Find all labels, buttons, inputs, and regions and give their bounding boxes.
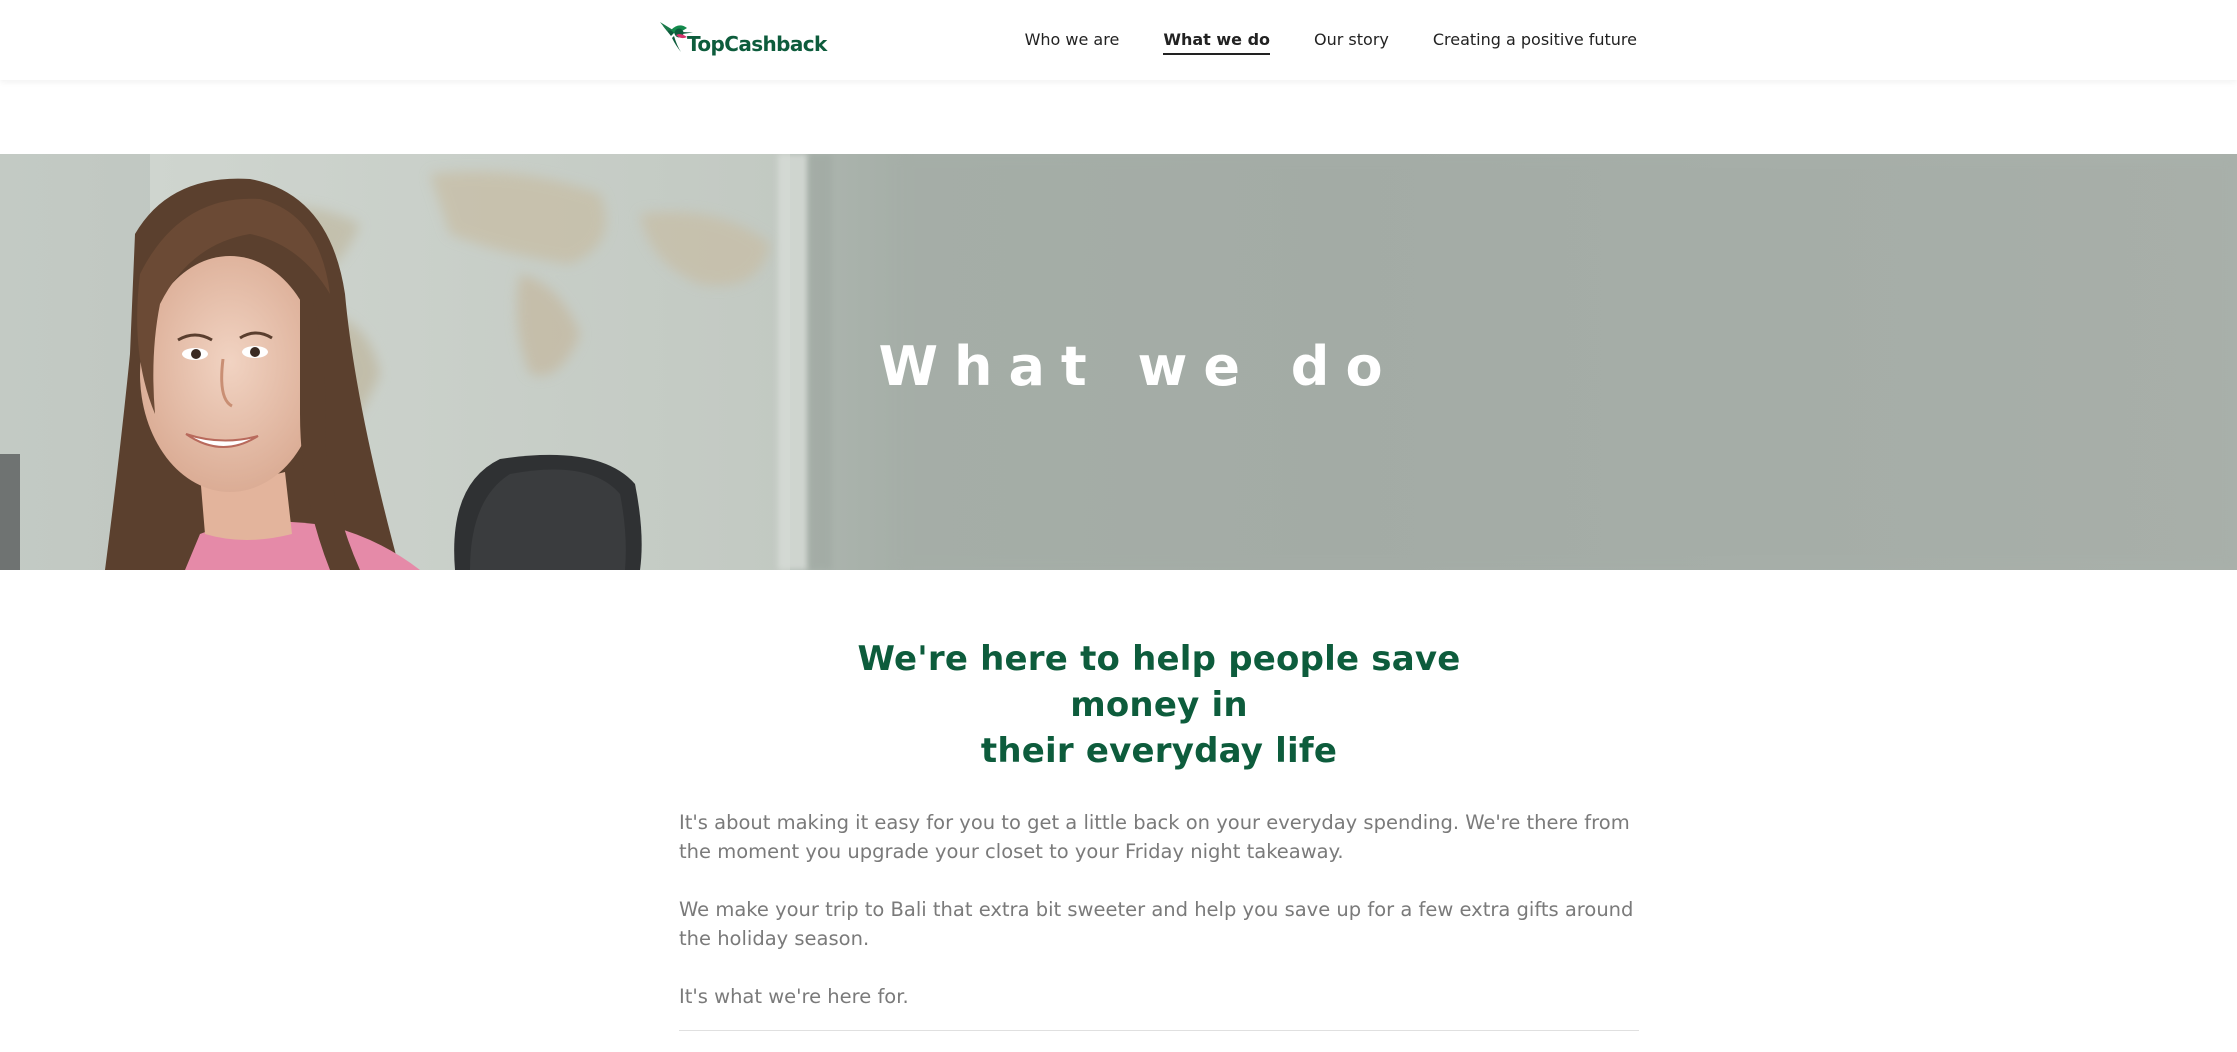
hero-title-wrapper: What we do bbox=[0, 154, 2237, 570]
paragraph-3: It's what we're here for. bbox=[679, 985, 909, 1008]
section-divider bbox=[679, 1030, 1639, 1031]
topcashback-logo[interactable]: TopCashback bbox=[657, 16, 827, 60]
page: TopCashback Who we are What we do Our st… bbox=[0, 0, 2237, 1052]
main-content: We're here to help people save money in … bbox=[679, 636, 1639, 1011]
headline-line-2: their everyday life bbox=[980, 731, 1338, 771]
main-nav: Who we are What we do Our story Creating… bbox=[1025, 0, 1637, 80]
section-headline: We're here to help people save money in … bbox=[799, 636, 1519, 774]
hero-title: What we do bbox=[878, 334, 1399, 398]
nav-who-we-are[interactable]: Who we are bbox=[1025, 30, 1120, 55]
nav-our-story[interactable]: Our story bbox=[1314, 30, 1389, 55]
paragraph-2: We make your trip to Bali that extra bit… bbox=[679, 898, 1634, 950]
headline-line-1: We're here to help people save money in bbox=[857, 639, 1461, 725]
logo-text: TopCashback bbox=[687, 32, 827, 56]
nav-creating-a-positive-future[interactable]: Creating a positive future bbox=[1433, 30, 1637, 55]
site-header: TopCashback Who we are What we do Our st… bbox=[0, 0, 2237, 80]
paragraph-1: It's about making it easy for you to get… bbox=[679, 811, 1630, 863]
hero-banner: What we do bbox=[0, 154, 2237, 570]
nav-what-we-do[interactable]: What we do bbox=[1163, 30, 1271, 55]
